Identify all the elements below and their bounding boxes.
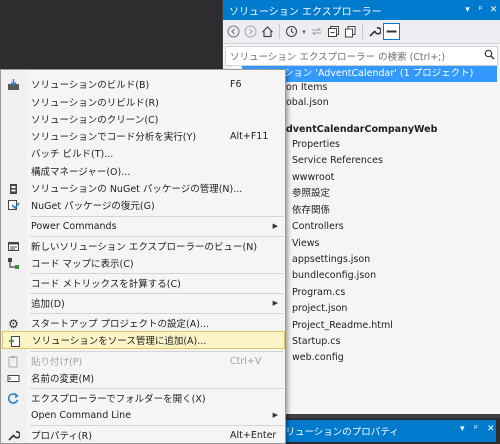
menu-item-calculate-code-metrics[interactable]: コード メトリックスを計算する(C) [2, 274, 285, 292]
solution-explorer-title: ソリューション エクスプローラー [229, 6, 382, 18]
submenu-arrow-icon: ▶ [272, 299, 278, 307]
tree-item-label: 依存関係 [292, 205, 331, 216]
tree-item-views[interactable]: Views [292, 236, 320, 252]
tree-item-appsettings[interactable]: appsettings.json [292, 252, 370, 268]
home-icon[interactable] [259, 23, 276, 40]
tree-item-label: on Items [286, 82, 328, 93]
menu-item-rebuild-solution[interactable]: ソリューションのリビルド(R) [2, 93, 285, 111]
tab-label: ソリューションのプロパティ [276, 427, 399, 438]
menu-item-clean-solution[interactable]: ソリューションのクリーン(C) [2, 110, 285, 128]
context-menu: ソリューションのビルド(B) F6 ソリューションのリビルド(R) ソリューショ… [0, 69, 286, 444]
menu-item-rename[interactable]: 名前の変更(M) [2, 369, 285, 387]
tree-item-controllers[interactable]: Controllers [292, 219, 344, 235]
restore-icon [7, 199, 20, 212]
tree-item-dependencies[interactable]: 依存関係 [292, 203, 330, 219]
back-icon[interactable] [225, 23, 242, 40]
sync-icon[interactable] [308, 23, 325, 40]
menu-item-add-to-source-control[interactable]: ソリューションをソース管理に追加(A)... [2, 331, 285, 349]
tree-item-label: project.json [292, 303, 348, 314]
tree-item-label: web.config [292, 352, 344, 363]
history-icon[interactable] [283, 23, 300, 40]
gear-icon: ⚙ [8, 316, 19, 331]
paste-icon [7, 355, 20, 368]
menu-item-show-code-map[interactable]: コード マップに表示(C) [2, 254, 285, 272]
tree-item-label: Properties [292, 139, 341, 150]
tree-item-global-json[interactable]: obal.json [286, 95, 329, 111]
source-control-icon [8, 335, 21, 348]
tree-item-project-json[interactable]: project.json [292, 301, 347, 317]
menu-item-open-command-line[interactable]: Open Command Line ▶ [2, 406, 285, 424]
menu-item-open-folder-in-explorer[interactable]: エクスプローラーでフォルダーを開く(X) [2, 389, 285, 407]
chevron-down-icon[interactable]: ▾ [300, 23, 308, 40]
build-icon [7, 78, 20, 91]
tree-item-properties[interactable]: Properties [292, 137, 340, 153]
refresh-folder-icon [7, 392, 20, 405]
tree-item-label: Program.cs [292, 287, 346, 298]
menu-item-manage-nuget[interactable]: ソリューションの NuGet パッケージの管理(N)... [2, 179, 285, 197]
submenu-arrow-icon: ▶ [272, 411, 278, 419]
tree-item-label: Controllers [292, 221, 344, 232]
search-placeholder: ソリューション エクスプローラー の検索 (Ctrl+;) [230, 52, 446, 63]
tree-item-label: Service References [292, 155, 383, 166]
tree-item-references[interactable]: 参照設定 [292, 186, 330, 202]
tree-item-label: 参照設定 [292, 188, 331, 199]
tree-item-solution-items[interactable]: on Items [286, 80, 327, 96]
tree-item-wwwroot[interactable]: wwwroot [292, 170, 334, 186]
tree-item-label: Startup.cs [292, 336, 341, 347]
wrench-icon[interactable] [366, 23, 383, 40]
window-position-dropdown-icon[interactable]: ▾ [461, 5, 474, 15]
window-position-dropdown-icon[interactable]: ▾ [460, 424, 465, 434]
tree-item-bundleconfig[interactable]: bundleconfig.json [292, 268, 376, 284]
tree-item-program-cs[interactable]: Program.cs [292, 285, 345, 301]
menu-item-power-commands[interactable]: Power Commands ▶ [2, 217, 285, 235]
tree-item-label: dventCalendarCompanyWeb [286, 124, 438, 135]
tree-item-label: Views [292, 238, 320, 249]
menu-item-new-explorer-view[interactable]: 新しいソリューション エクスプローラーのビュー(N) [2, 237, 285, 255]
tree-item-label: obal.json [286, 97, 329, 108]
auto-hide-pin-icon[interactable]: ᵖ [474, 424, 478, 434]
tree-item-service-references[interactable]: Service References [292, 153, 383, 169]
wrench-icon [7, 429, 20, 442]
close-icon[interactable]: ✕ [487, 5, 500, 15]
code-map-icon [7, 257, 20, 270]
tree-item-project[interactable]: dventCalendarCompanyWeb [286, 122, 437, 138]
menu-item-batch-build[interactable]: バッチ ビルド(T)... [2, 144, 285, 162]
new-view-icon [7, 240, 20, 253]
search-icon[interactable] [481, 49, 497, 63]
toolbar-separator [362, 24, 363, 39]
forward-icon[interactable] [242, 23, 259, 40]
auto-hide-pin-icon[interactable]: ᵖ [474, 5, 487, 15]
solution-explorer-toolbar: ▾ [223, 20, 500, 44]
rename-icon [7, 372, 20, 385]
collapse-icon[interactable] [325, 23, 342, 40]
tree-item-label: appsettings.json [292, 254, 371, 265]
menu-item-configuration-manager[interactable]: 構成マネージャー(O)... [2, 162, 285, 180]
close-icon[interactable]: ✕ [487, 424, 495, 434]
copy-icon[interactable] [342, 23, 359, 40]
tree-item-label: Project_Readme.html [292, 320, 393, 331]
menu-item-properties[interactable]: プロパティ(R) Alt+Enter [2, 426, 285, 444]
submenu-arrow-icon: ▶ [272, 222, 278, 230]
tree-item-label: wwwroot [292, 172, 335, 183]
pin-icon[interactable] [383, 23, 400, 40]
solution-explorer-title-bar: ソリューション エクスプローラー ▾ ᵖ ✕ [223, 0, 500, 20]
tree-item-label: bundleconfig.json [292, 270, 377, 281]
toolbar-separator [279, 24, 280, 39]
menu-item-add[interactable]: 追加(D) ▶ [2, 294, 285, 312]
tree-item-project-readme[interactable]: Project_Readme.html [292, 318, 393, 334]
nuget-icon [7, 182, 20, 195]
menu-item-build-solution[interactable]: ソリューションのビルド(B) F6 [2, 75, 285, 93]
menu-item-paste[interactable]: 貼り付け(P) Ctrl+V [2, 352, 285, 370]
tree-item-web-config[interactable]: web.config [292, 350, 344, 366]
menu-item-restore-nuget[interactable]: NuGet パッケージの復元(G) [2, 196, 285, 214]
solution-explorer-search-input[interactable]: ソリューション エクスプローラー の検索 (Ctrl+;) [225, 46, 498, 66]
menu-item-set-startup-projects[interactable]: ⚙ スタートアップ プロジェクトの設定(A)... [2, 314, 285, 332]
menu-item-run-code-analysis[interactable]: ソリューションでコード分析を実行(Y) Alt+F11 [2, 127, 285, 145]
tree-item-startup-cs[interactable]: Startup.cs [292, 334, 340, 350]
